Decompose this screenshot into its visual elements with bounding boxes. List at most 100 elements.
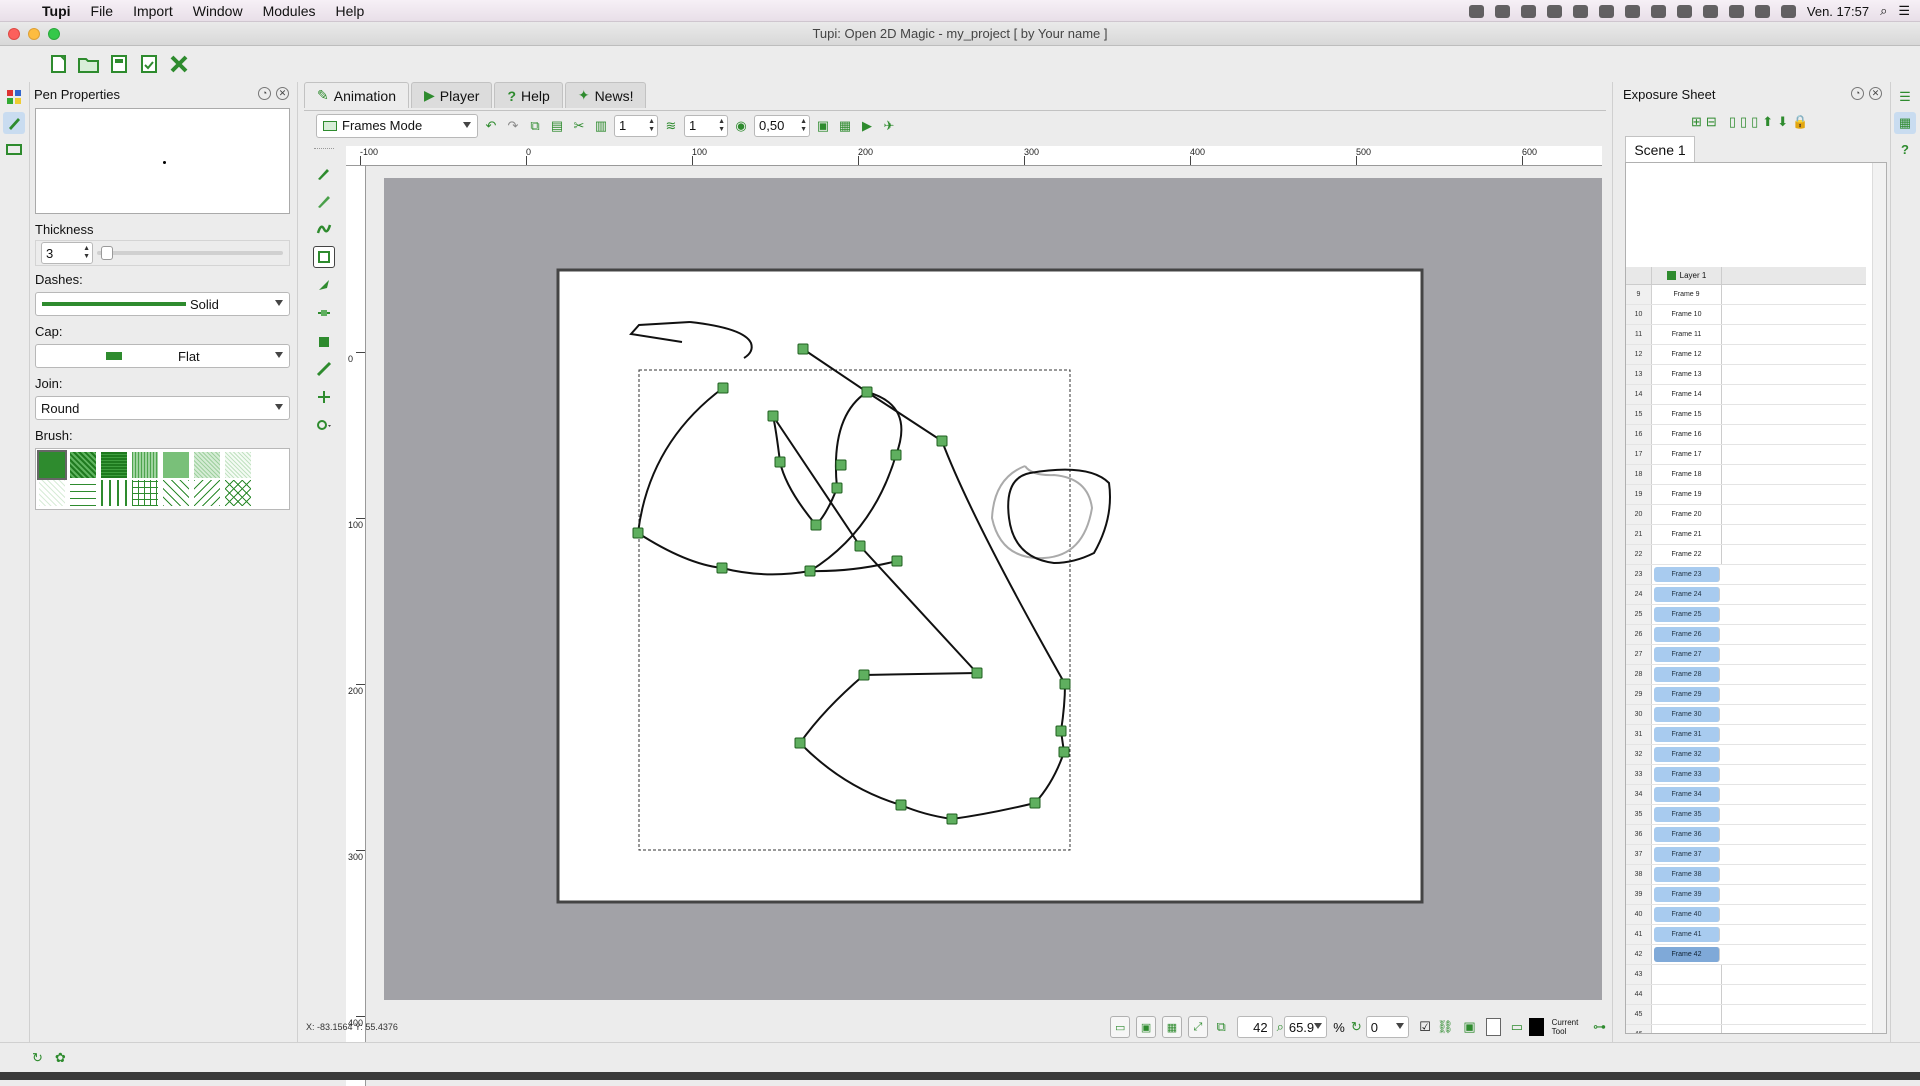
grid-icon[interactable]: ▦ — [836, 117, 854, 135]
tab-news[interactable]: ✦ News! — [564, 82, 647, 108]
center-view-icon[interactable]: ▭ — [1110, 1016, 1131, 1038]
node-handle[interactable] — [1058, 746, 1070, 758]
frame-row[interactable]: 11 Frame 11 — [1626, 325, 1866, 345]
node-handle[interactable] — [861, 386, 873, 398]
frame-row[interactable]: 46 — [1626, 1025, 1866, 1033]
cap-select[interactable]: Flat — [35, 344, 290, 368]
frame-row[interactable]: 35 Frame 35 — [1626, 805, 1866, 825]
paste-icon[interactable]: ▤ — [548, 117, 566, 135]
tab-help[interactable]: ? Help — [494, 82, 563, 108]
zoom-combobox[interactable]: 65.9 — [1283, 1016, 1328, 1038]
frame-row[interactable]: 31 Frame 31 — [1626, 725, 1866, 745]
node-handle[interactable] — [854, 540, 866, 552]
frame-cell[interactable]: Frame 29 — [1654, 687, 1720, 702]
brush-dense-5[interactable] — [194, 452, 220, 478]
frame-cell[interactable]: Frame 39 — [1654, 887, 1720, 902]
frame-row[interactable]: 43 — [1626, 965, 1866, 985]
frame-cell[interactable]: Frame 23 — [1654, 567, 1720, 582]
move-down-icon[interactable]: ⬇ — [1777, 114, 1788, 130]
exposure-scrollbar[interactable] — [1872, 163, 1886, 1033]
frame-row[interactable]: 18 Frame 18 — [1626, 465, 1866, 485]
drawing-canvas[interactable] — [384, 178, 1602, 1000]
layer-visibility-icon[interactable] — [1666, 271, 1676, 280]
brush-vertical[interactable] — [101, 480, 127, 506]
position-tool-icon[interactable] — [313, 386, 335, 408]
remove-layer-icon[interactable]: ⊟ — [1706, 114, 1717, 130]
time-machine-icon[interactable] — [1702, 4, 1718, 18]
frame-cell[interactable]: Frame 25 — [1654, 607, 1720, 622]
drive-icon[interactable] — [1520, 4, 1536, 18]
notification-list-icon[interactable]: ☰ — [1898, 3, 1910, 19]
frame-cell[interactable]: Frame 36 — [1654, 827, 1720, 842]
brush-dense-4[interactable] — [163, 452, 189, 478]
frame-cell[interactable]: Frame 33 — [1654, 767, 1720, 782]
node-handle[interactable] — [767, 410, 779, 422]
eraser-tool-icon[interactable] — [313, 358, 335, 380]
onion-skin-next-icon[interactable]: ≋ — [662, 117, 680, 135]
node-handle[interactable] — [858, 669, 870, 681]
rectangle-tool-icon[interactable] — [313, 246, 335, 268]
frame-cell[interactable]: Frame 14 — [1652, 385, 1722, 404]
upload-icon[interactable] — [1572, 4, 1588, 18]
library-icon[interactable] — [3, 86, 25, 108]
link-icon[interactable]: ⛓ — [1437, 1019, 1454, 1035]
frame-row[interactable]: 23 Frame 23 — [1626, 565, 1866, 585]
node-handle[interactable] — [1055, 725, 1067, 737]
zoom-window-button[interactable] — [48, 28, 60, 40]
eject-icon[interactable] — [1676, 4, 1692, 18]
copy-frame-icon[interactable]: ▯ — [1751, 114, 1758, 130]
camera-icon[interactable]: ▶ — [858, 117, 876, 135]
fill-tool-icon[interactable] — [313, 330, 335, 352]
canvas-workspace[interactable] — [384, 178, 1602, 1000]
new-project-icon[interactable] — [48, 53, 70, 75]
pets-icon[interactable]: ✿ — [55, 1050, 66, 1066]
frame-row[interactable]: 30 Frame 30 — [1626, 705, 1866, 725]
tab-animation[interactable]: ✎ Animation — [304, 82, 409, 108]
frame-cell[interactable] — [1652, 1025, 1722, 1033]
thickness-slider-handle[interactable] — [101, 246, 113, 260]
frame-row[interactable]: 27 Frame 27 — [1626, 645, 1866, 665]
brush-cross[interactable] — [132, 480, 158, 506]
frame-cell[interactable]: Frame 19 — [1652, 485, 1722, 504]
opacity-icon[interactable]: ◉ — [732, 117, 750, 135]
frame-cell[interactable] — [1652, 985, 1722, 1004]
frame-cell[interactable]: Frame 24 — [1654, 587, 1720, 602]
spotlight-search-icon[interactable]: ⌕ — [1880, 3, 1887, 19]
node-handle[interactable] — [971, 667, 983, 679]
ink-tool-icon[interactable] — [313, 190, 335, 212]
photo-icon[interactable] — [1546, 4, 1562, 18]
brush-diag-cross[interactable] — [225, 480, 251, 506]
fill-color-swatch[interactable] — [1528, 1018, 1544, 1036]
creative-cloud-icon[interactable] — [1624, 4, 1640, 18]
node-handle[interactable] — [1059, 678, 1071, 690]
move-up-icon[interactable]: ⬆ — [1762, 114, 1773, 130]
brush-bdiag[interactable] — [163, 480, 189, 506]
frame-row[interactable]: 15 Frame 15 — [1626, 405, 1866, 425]
fit-view-icon[interactable]: ⤢ — [1187, 1016, 1208, 1038]
cut-icon[interactable]: ✂ — [570, 117, 588, 135]
node-handle[interactable] — [831, 482, 843, 494]
menu-app-name[interactable]: Tupi — [32, 0, 81, 22]
lock-frame-icon[interactable]: 🔒 — [1792, 114, 1808, 130]
spin-arrows-icon[interactable]: ▲ ▼ — [83, 245, 90, 261]
frame-cell[interactable]: Frame 30 — [1654, 707, 1720, 722]
exposure-sheet-icon[interactable]: ▦ — [1894, 112, 1916, 134]
pen-properties-icon[interactable] — [3, 112, 25, 134]
node-handle[interactable] — [835, 459, 847, 471]
shape-tool-icon[interactable] — [313, 414, 335, 436]
wifi-icon[interactable] — [1754, 4, 1770, 18]
brush-dense-6[interactable] — [225, 452, 251, 478]
node-handle[interactable] — [891, 555, 903, 567]
timeline-icon[interactable]: ☰ — [1894, 86, 1916, 108]
node-handle[interactable] — [946, 813, 958, 825]
frame-cell[interactable]: Frame 20 — [1652, 505, 1722, 524]
frame-cell[interactable]: Frame 17 — [1652, 445, 1722, 464]
node-handle[interactable] — [632, 527, 644, 539]
extend-frame-icon[interactable]: ▯ — [1740, 114, 1747, 130]
clock[interactable]: Ven. 17:57 — [1807, 4, 1869, 19]
next-frames-spinbox[interactable]: 1 ▲ ▼ — [684, 114, 728, 137]
brush-fdiag[interactable] — [194, 480, 220, 506]
frame-row[interactable]: 25 Frame 25 — [1626, 605, 1866, 625]
frame-row[interactable]: 28 Frame 28 — [1626, 665, 1866, 685]
close-panel-icon[interactable]: ✕ — [1869, 87, 1882, 100]
